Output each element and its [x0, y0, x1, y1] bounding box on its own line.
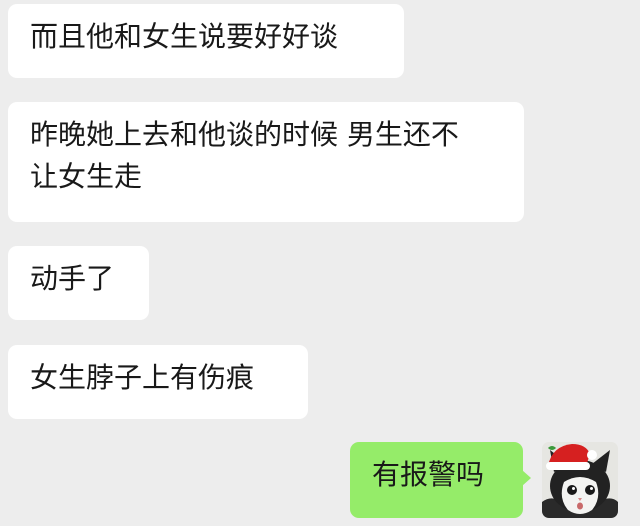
message-text-line-2: 让女生走 — [30, 160, 143, 193]
message-bubble-4[interactable]: 女生脖子上有伤痕 — [8, 345, 308, 419]
message-text: 而且他和女生说要好好谈 — [30, 20, 339, 53]
cat-with-santa-hat-icon — [542, 442, 618, 518]
message-text: 女生脖子上有伤痕 — [30, 361, 255, 394]
message-bubble-3[interactable]: 动手了 — [8, 246, 149, 320]
message-text: 动手了 — [30, 262, 115, 295]
message-bubble-5-sent[interactable]: 有报警吗 — [350, 442, 523, 518]
message-text-line-1: 昨晚她上去和他谈的时候 男生还不 — [30, 118, 459, 151]
message-bubble-1[interactable]: 而且他和女生说要好好谈 — [8, 4, 404, 78]
message-text: 有报警吗 — [372, 458, 485, 491]
avatar[interactable] — [542, 442, 618, 518]
message-bubble-2[interactable]: 昨晚她上去和他谈的时候 男生还不 让女生走 — [8, 102, 524, 222]
bubble-tail — [522, 470, 531, 486]
